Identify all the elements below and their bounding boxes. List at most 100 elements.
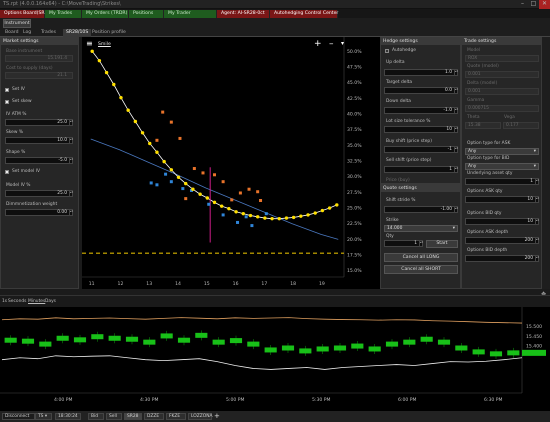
right-scrollbar[interactable] [542, 37, 550, 289]
period-days[interactable]: Days [45, 299, 56, 304]
zoom-out-icon[interactable]: – [329, 39, 334, 49]
price-candle [472, 349, 485, 355]
dim-weight-field[interactable]: 0.00 [5, 209, 73, 216]
buy-shift-spinner[interactable]: ▴▾ [454, 146, 458, 153]
status-field-dzze[interactable]: DZZE [144, 413, 164, 420]
price-candle [125, 336, 139, 342]
set-model-iv-checkbox[interactable] [5, 170, 9, 174]
cancel-all-long-button[interactable]: Cancel all LONG [384, 253, 458, 262]
dim-weight-spinner[interactable]: ▴▾ [69, 209, 73, 216]
period-seconds[interactable]: Seconds [8, 299, 26, 304]
smile-chart[interactable]: 50.0% 47.5% 45.0% 42.5% 40.0% 37.5% 35.0% 32.5%… [82, 37, 380, 289]
skew-field[interactable]: 10.0 [5, 137, 73, 144]
base-instrument-field: 15.191.4 [5, 55, 73, 62]
maximize-button[interactable]: □ [528, 0, 539, 9]
start-button[interactable]: Start [426, 240, 458, 248]
shape-field[interactable]: -5.0 [5, 157, 73, 164]
bid-depth-spinner[interactable]: ▴▾ [535, 255, 539, 262]
app-tab[interactable]: My Orders (TRDR) [82, 10, 129, 18]
price-candle [351, 343, 364, 349]
smile-point [255, 215, 260, 219]
hamburger-menu-icon[interactable]: ≡ [86, 40, 95, 49]
chart-dropdown-icon[interactable]: ▾ [341, 40, 344, 47]
qty-spinner[interactable]: ▴▾ [419, 240, 423, 247]
price-candle [229, 338, 243, 344]
ask-depth-field[interactable]: 200 [465, 237, 539, 244]
app-tab-label: Autohedging Control Center [274, 11, 339, 16]
tab-sr28-10s[interactable]: SR28/10S [63, 29, 92, 37]
close-window-button[interactable]: ✕ [539, 0, 550, 9]
autohedge-checkbox[interactable] [385, 49, 389, 53]
status-field-sell[interactable]: Sell [106, 413, 122, 420]
ask-qty-spinner[interactable]: ▴▾ [535, 196, 539, 203]
model-iv-spinner[interactable]: ▴▾ [69, 190, 73, 197]
ask-type-label: Option type for ASK [467, 141, 511, 146]
lot-size-field[interactable]: 10 [384, 126, 458, 133]
price-candle [316, 346, 329, 352]
sell-shift-field[interactable]: 1 [384, 166, 458, 173]
shift-stride-spinner[interactable]: ▴▾ [454, 206, 458, 213]
sell-shift-spinner[interactable]: ▴▾ [454, 166, 458, 173]
underlying-spinner[interactable]: ▴▾ [535, 178, 539, 185]
buy-shift-field[interactable]: -1 [384, 146, 458, 153]
up-delta-spinner[interactable]: ▴▾ [454, 69, 458, 76]
lot-size-spinner[interactable]: ▴▾ [454, 126, 458, 133]
skew-spinner[interactable]: ▴▾ [69, 137, 73, 144]
status-field-sr28[interactable]: SR28 [124, 413, 142, 420]
tab-board[interactable]: Board [2, 29, 22, 37]
up-delta-field[interactable]: 1.0 [384, 69, 458, 76]
strike-select[interactable]: 14.000 ▾ [384, 225, 458, 232]
bid-qty-spinner[interactable]: ▴▾ [535, 218, 539, 225]
set-skew-checkbox[interactable] [5, 100, 9, 104]
app-tab[interactable]: Autohedging Control Center [270, 10, 338, 18]
status-field-fkze[interactable]: FKZE [166, 413, 186, 420]
iv-atm-field[interactable]: 25.0 [5, 119, 73, 126]
ask-type-select[interactable]: Any ▾ [465, 148, 539, 155]
down-delta-field[interactable]: -1.0 [384, 107, 458, 114]
app-tab[interactable]: Options Board(SR28) [0, 10, 52, 18]
app-tab-strip: Options Board(SR28) My Trades My Orders … [0, 9, 550, 18]
bid-qty-field[interactable]: 10 [465, 218, 539, 225]
ask-qty-field[interactable]: 10 [465, 196, 539, 203]
down-delta-spinner[interactable]: ▴▾ [454, 107, 458, 114]
target-delta-spinner[interactable]: ▴▾ [454, 87, 458, 94]
instrument-button[interactable]: Instrument [3, 19, 31, 28]
smile-label[interactable]: Smile [98, 42, 111, 47]
bid-depth-field[interactable]: 200 [465, 255, 539, 262]
period-minutes[interactable]: Minutes [28, 299, 45, 304]
y-tick-label: 35.0% [347, 143, 362, 149]
cancel-all-short-button[interactable]: Cancel all SHORT [384, 265, 458, 274]
target-delta-field[interactable]: 0.0 [384, 87, 458, 94]
shape-spinner[interactable]: ▴▾ [69, 157, 73, 164]
qty-field[interactable]: 1 [384, 240, 423, 247]
model-iv-label: Model IV % [6, 183, 31, 188]
price-chart[interactable]: 15.500 15.450 15.400 4:00 PM 4:30 PM 5:00 PM 5… [0, 307, 550, 411]
set-iv-checkbox[interactable] [5, 88, 9, 92]
zoom-in-icon[interactable]: + [314, 39, 322, 49]
model-iv-field[interactable]: 25.0 [5, 190, 73, 197]
app-tab[interactable]: Positions [129, 10, 164, 18]
tab-trades[interactable]: Trades [38, 29, 59, 37]
ts-dropdown[interactable]: TS ▾ [35, 413, 52, 420]
tab-position-profile[interactable]: Position profile [89, 29, 129, 37]
shift-stride-field[interactable]: -1.00 [384, 206, 458, 213]
underlying-field[interactable]: 1 [465, 178, 539, 185]
add-tab-button[interactable]: + [214, 412, 220, 420]
app-tab[interactable]: Agent: AI-SR28-0ct [217, 10, 270, 18]
ask-type-value: Any [468, 149, 477, 154]
bid-type-select[interactable]: Any ▾ [465, 163, 539, 170]
tab-log[interactable]: Log [20, 29, 34, 37]
ask-point [192, 167, 196, 171]
iv-atm-spinner[interactable]: ▴▾ [69, 119, 73, 126]
price-candle [195, 332, 208, 338]
smile-point [263, 216, 267, 220]
period-1s[interactable]: 1s [2, 299, 7, 304]
connection-status[interactable]: Disconnect [2, 413, 35, 420]
app-tab[interactable]: My Trades [45, 10, 82, 18]
ask-depth-spinner[interactable]: ▴▾ [535, 237, 539, 244]
app-tab[interactable]: My Trader [164, 10, 217, 18]
smile-point [241, 211, 245, 216]
status-field-lozzona[interactable]: LOZZONA [188, 413, 213, 420]
status-field-bid[interactable]: Bid [88, 413, 104, 420]
minimize-button[interactable]: – [517, 0, 528, 9]
